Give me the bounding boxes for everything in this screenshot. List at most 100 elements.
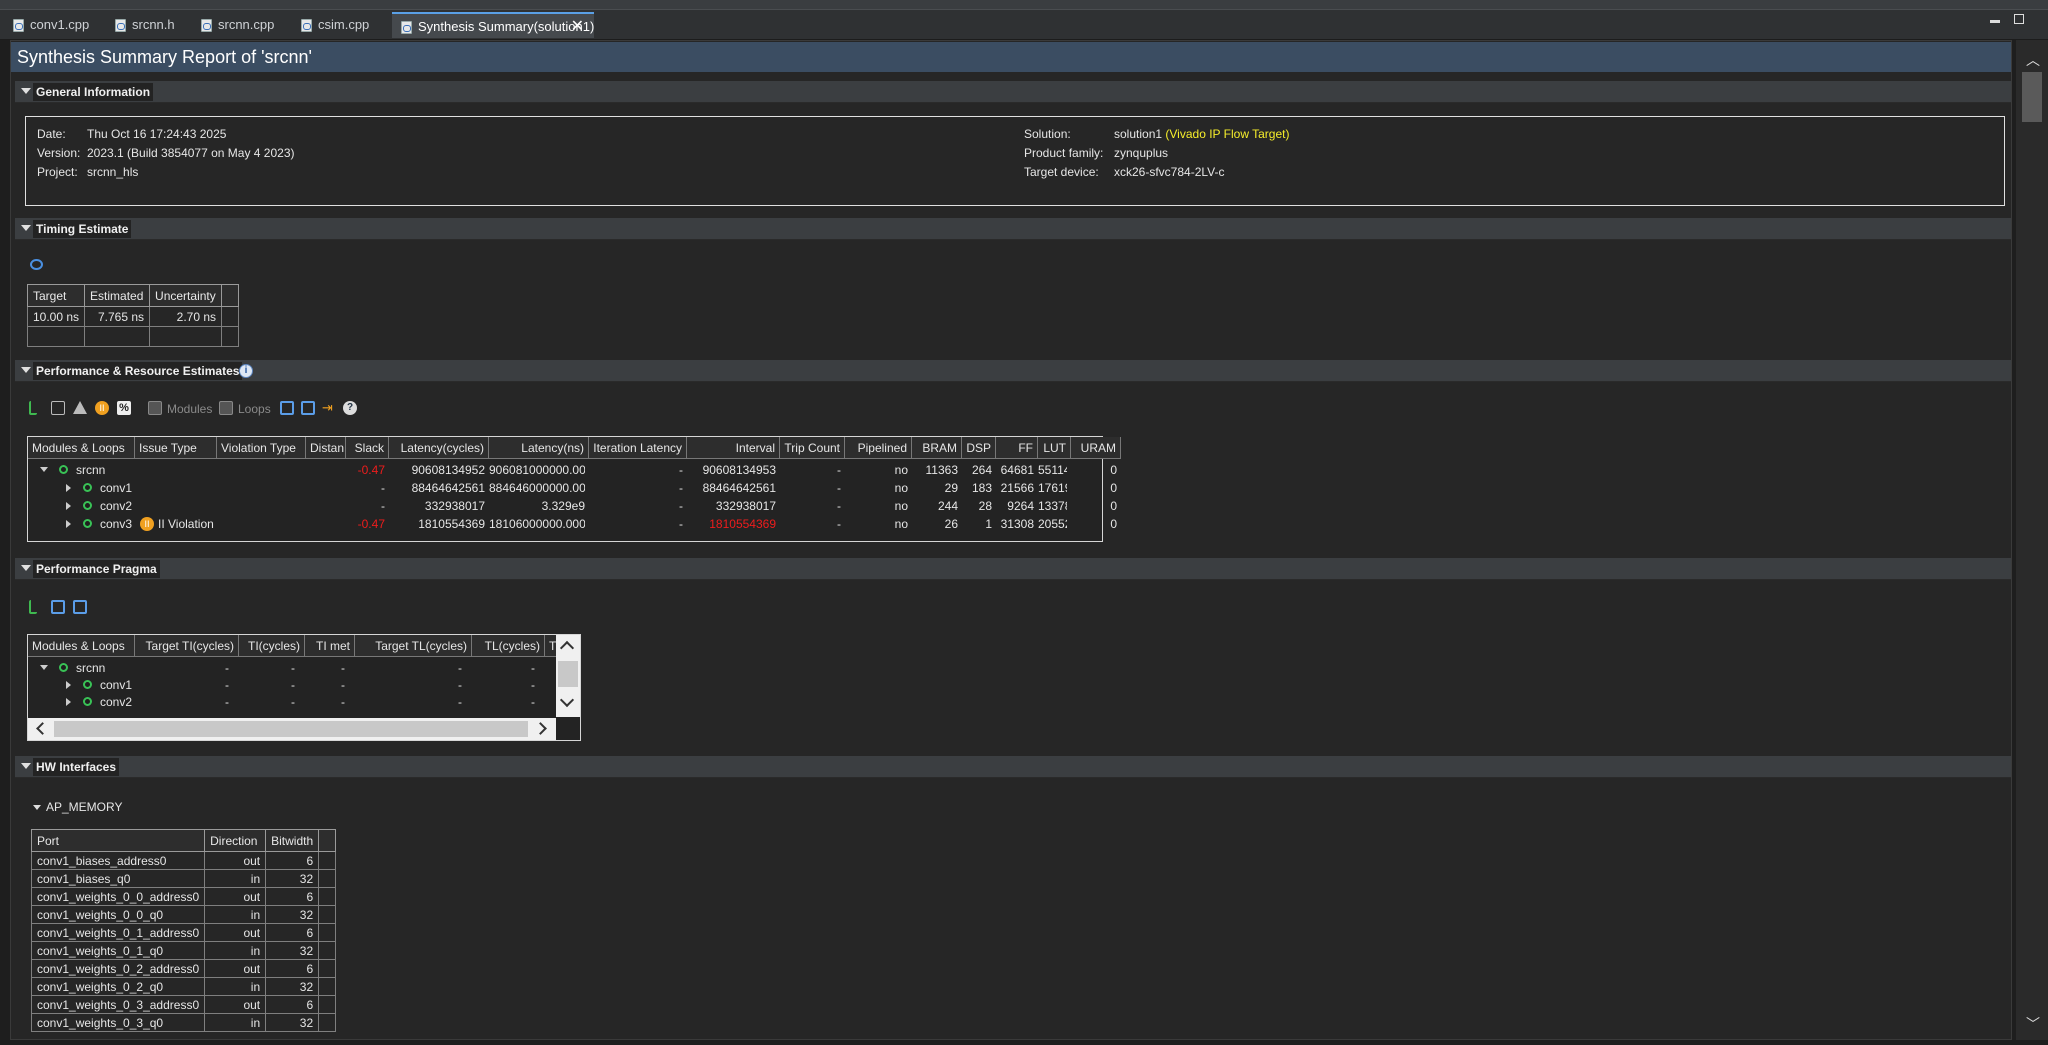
- col-header[interactable]: Iteration Latency: [589, 437, 687, 459]
- expand-all-icon[interactable]: [51, 600, 65, 614]
- section-hw-interfaces[interactable]: HW Interfaces: [15, 756, 2011, 778]
- section-timing-estimate[interactable]: Timing Estimate: [15, 218, 2011, 240]
- close-icon[interactable]: ✕: [571, 14, 584, 40]
- tab-csim-cpp[interactable]: csim.cpp: [292, 12, 369, 38]
- table-row[interactable]: conv3 II II Violation -0.47 1810554369 181060…: [28, 515, 1117, 533]
- col-header[interactable]: Target TI(cycles): [135, 635, 239, 657]
- collapse-arrow-icon[interactable]: [33, 805, 41, 810]
- help-icon[interactable]: ?: [343, 401, 357, 415]
- table-row[interactable]: srcnn - - - - -: [28, 659, 556, 676]
- col-header[interactable]: URAM: [1071, 437, 1121, 459]
- col-header[interactable]: Modules & Loops: [28, 635, 135, 657]
- pragma-vscroll[interactable]: [556, 635, 580, 717]
- tab-conv1-cpp[interactable]: conv1.cpp: [4, 12, 89, 38]
- col-header[interactable]: BRAM: [912, 437, 962, 459]
- table-row[interactable]: conv1 - 88464642561 884646000000.000 - 884646…: [28, 479, 1117, 497]
- table-row[interactable]: conv1_biases_address0 out 6: [30, 851, 337, 870]
- collapse-all-icon[interactable]: [301, 401, 315, 415]
- module-name[interactable]: conv1: [100, 479, 170, 497]
- chevron-left-icon[interactable]: [36, 722, 49, 735]
- module-name[interactable]: conv2: [100, 497, 170, 515]
- col-header[interactable]: Target TL(cycles): [355, 635, 472, 657]
- ii-violation-icon[interactable]: II: [140, 517, 154, 531]
- table-row[interactable]: conv1_weights_0_1_address0 out 6: [30, 923, 337, 942]
- table-row[interactable]: conv1_biases_q0 in 32: [30, 869, 337, 888]
- warning-icon[interactable]: [73, 401, 87, 414]
- modules-checkbox[interactable]: [148, 401, 162, 415]
- chevron-up-icon[interactable]: [559, 640, 575, 656]
- table-row[interactable]: conv1_weights_0_0_address0 out 6: [30, 887, 337, 906]
- clock-icon[interactable]: [30, 259, 43, 270]
- pragma-hscroll[interactable]: [28, 718, 556, 740]
- percent-icon[interactable]: %: [117, 401, 131, 415]
- collapse-arrow-icon[interactable]: [40, 665, 48, 670]
- table-row[interactable]: conv1- - - - -: [28, 676, 556, 693]
- col-header[interactable]: Latency(ns): [489, 437, 589, 459]
- table-row[interactable]: srcnn -0.47 90608134952 906081000000.000 - 90…: [28, 461, 1117, 479]
- minimize-icon[interactable]: [1990, 20, 2000, 23]
- table-row[interactable]: conv2- - - - -: [28, 693, 556, 710]
- table-row[interactable]: conv1_weights_0_0_q0 in 32: [30, 905, 337, 924]
- collapse-arrow-icon[interactable]: [40, 467, 48, 472]
- collapse-arrow-icon[interactable]: [21, 763, 31, 769]
- collapse-arrow-icon[interactable]: [21, 88, 31, 94]
- col-header[interactable]: Distan: [306, 437, 346, 459]
- export-icon[interactable]: ⇥: [322, 401, 336, 415]
- section-title: HW Interfaces: [33, 758, 120, 776]
- col-header[interactable]: TL(cycles): [472, 635, 545, 657]
- col-header[interactable]: Issue Type: [135, 437, 217, 459]
- table-row[interactable]: conv1_weights_0_2_q0 in 32: [30, 977, 337, 996]
- collapse-arrow-icon[interactable]: [21, 225, 31, 231]
- chevron-down-icon[interactable]: ﹀: [2026, 1014, 2040, 1034]
- col-header[interactable]: Interval: [687, 437, 780, 459]
- section-general-information[interactable]: General Information: [15, 81, 2011, 103]
- expand-arrow-icon[interactable]: [66, 484, 71, 492]
- col-header[interactable]: TI met: [305, 635, 355, 657]
- col-header[interactable]: Trip Count: [780, 437, 845, 459]
- expand-tree-icon[interactable]: [29, 600, 37, 614]
- chevron-down-icon[interactable]: [559, 692, 575, 708]
- scrollbar-thumb[interactable]: [54, 721, 528, 737]
- ap-memory-group[interactable]: AP_MEMORY: [31, 799, 151, 817]
- col-header[interactable]: FF: [996, 437, 1038, 459]
- col-header[interactable]: Latency(cycles): [389, 437, 489, 459]
- expand-arrow-icon[interactable]: [66, 520, 71, 528]
- loops-checkbox[interactable]: [219, 401, 233, 415]
- issue-type[interactable]: II Violation: [158, 515, 233, 533]
- collapse-arrow-icon[interactable]: [21, 565, 31, 571]
- chevron-right-icon[interactable]: [534, 722, 547, 735]
- col-header[interactable]: TI(cycles): [239, 635, 305, 657]
- section-performance-pragma[interactable]: Performance Pragma: [15, 558, 2011, 580]
- col-header[interactable]: Pipelined: [845, 437, 912, 459]
- scrollbar-thumb[interactable]: [2022, 72, 2042, 122]
- col-header[interactable]: DSP: [962, 437, 996, 459]
- tab-synthesis-summary[interactable]: Synthesis Summary(solution1) ✕: [392, 12, 594, 38]
- collapse-all-icon[interactable]: [73, 600, 87, 614]
- page-scrollbar[interactable]: ︿ ﹀: [2016, 40, 2048, 1040]
- info-icon[interactable]: i: [239, 364, 253, 378]
- table-row[interactable]: conv1_weights_0_3_address0 out 6: [30, 995, 337, 1014]
- table-row[interactable]: conv1_weights_0_3_q0 in 32: [30, 1013, 337, 1032]
- grid-view-icon[interactable]: [51, 401, 65, 415]
- collapse-arrow-icon[interactable]: [21, 367, 31, 373]
- section-performance-resource[interactable]: Performance & Resource Estimates i: [15, 360, 2011, 382]
- col-header[interactable]: LUT: [1038, 437, 1071, 459]
- table-row[interactable]: conv2 - 332938017 3.329e9 - 332938017 - no 244 28…: [28, 497, 1117, 515]
- table-row[interactable]: conv1_weights_0_2_address0 out 6: [30, 959, 337, 978]
- ii-violation-icon[interactable]: II: [95, 401, 109, 415]
- col-header[interactable]: Modules & Loops: [28, 437, 135, 459]
- scrollbar-thumb[interactable]: [558, 661, 578, 687]
- module-name[interactable]: srcnn: [76, 461, 146, 479]
- col-header[interactable]: Violation Type: [217, 437, 306, 459]
- expand-all-icon[interactable]: [280, 401, 294, 415]
- expand-arrow-icon[interactable]: [66, 681, 71, 689]
- maximize-icon[interactable]: [2014, 14, 2024, 24]
- expand-arrow-icon[interactable]: [66, 698, 71, 706]
- expand-arrow-icon[interactable]: [66, 502, 71, 510]
- expand-tree-icon[interactable]: [29, 401, 37, 415]
- col-header[interactable]: Slack: [346, 437, 389, 459]
- table-row[interactable]: conv1_weights_0_1_q0 in 32: [30, 941, 337, 960]
- tab-srcnn-h[interactable]: srcnn.h: [106, 12, 175, 38]
- tab-srcnn-cpp[interactable]: srcnn.cpp: [192, 12, 274, 38]
- chevron-up-icon[interactable]: ︿: [2026, 50, 2040, 70]
